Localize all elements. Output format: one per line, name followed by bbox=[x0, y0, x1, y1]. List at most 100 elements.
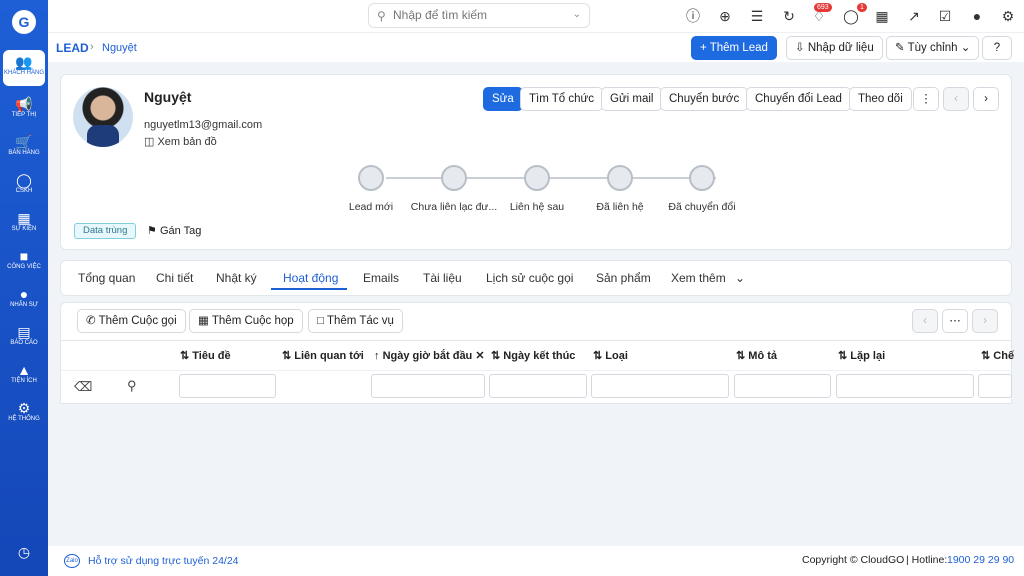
filter-input-end[interactable] bbox=[489, 374, 587, 398]
users-icon: 👥 bbox=[15, 54, 33, 70]
support-link[interactable]: Hỗ trợ sử dụng trực tuyến 24/24 bbox=[88, 555, 239, 567]
more-actions-button[interactable]: ⋮ bbox=[913, 87, 939, 111]
sort-icon: ⇅ bbox=[736, 350, 746, 362]
pipeline-step[interactable]: Liên hệ sau bbox=[492, 165, 582, 213]
sort-icon: ⇅ bbox=[838, 350, 848, 362]
find-org-button[interactable]: Tìm Tổ chức bbox=[520, 87, 603, 111]
filter-input-title[interactable] bbox=[179, 374, 276, 398]
filter-input-start[interactable] bbox=[371, 374, 485, 398]
add-circle-icon[interactable]: ⊕ bbox=[717, 8, 733, 24]
pipeline-step[interactable]: Đã liên hệ bbox=[575, 165, 665, 213]
sidebar-item-label: NHÂN SỰ bbox=[10, 302, 38, 308]
column-header-type[interactable]: ⇅ Loại bbox=[593, 349, 628, 362]
next-page-button[interactable]: › bbox=[972, 309, 998, 333]
column-header-start[interactable]: ↑ Ngày giờ bắt đầu ✕ bbox=[374, 349, 485, 362]
tab-emails[interactable]: Emails bbox=[363, 271, 399, 285]
prev-record-button[interactable]: ‹ bbox=[943, 87, 969, 111]
column-header-related[interactable]: ⇅ Liên quan tới bbox=[282, 349, 364, 362]
add-meeting-button[interactable]: ▦ Thêm Cuộc họp bbox=[189, 309, 303, 333]
tab-documents[interactable]: Tài liệu bbox=[423, 271, 462, 285]
briefcase-icon: ■ bbox=[19, 248, 29, 264]
column-header-title[interactable]: ⇅ Tiêu đề bbox=[180, 349, 231, 362]
filter-input-type[interactable] bbox=[591, 374, 729, 398]
add-task-button[interactable]: □ Thêm Tác vụ bbox=[308, 309, 403, 333]
checkbox-icon[interactable]: ☑ bbox=[937, 8, 953, 24]
calendar-icon[interactable]: ▦ bbox=[874, 8, 890, 24]
import-button[interactable]: ⇩ Nhập dữ liệu bbox=[786, 36, 883, 60]
lead-email[interactable]: nguyetlm13@gmail.com bbox=[144, 119, 262, 131]
zalo-icon[interactable]: Zalo bbox=[64, 554, 80, 568]
tab-more[interactable]: Xem thêm ⌄ bbox=[671, 271, 745, 285]
sidebar-item-utilities[interactable]: ▲ TIỆN ÍCH bbox=[3, 358, 45, 385]
tab-call-history[interactable]: Lịch sử cuộc gọi bbox=[486, 271, 573, 285]
chart-icon[interactable]: ↗ bbox=[906, 8, 922, 24]
search-icon[interactable]: ⚲ bbox=[127, 378, 137, 394]
help-button[interactable]: ? bbox=[982, 36, 1012, 60]
refresh-icon[interactable]: ↻ bbox=[781, 8, 797, 24]
next-record-button[interactable]: › bbox=[973, 87, 999, 111]
user-icon[interactable]: ● bbox=[969, 8, 985, 24]
clock-button[interactable]: ◷ bbox=[3, 540, 45, 560]
sidebar-item-events[interactable]: ▦ SỰ KIỆN bbox=[3, 206, 45, 233]
clock-icon: ◷ bbox=[17, 544, 31, 560]
sidebar-item-sales[interactable]: 🛒 BÁN HÀNG bbox=[3, 130, 45, 157]
map-link[interactable]: ◫ Xem bản đồ bbox=[144, 135, 217, 148]
sidebar: G 👥 KHÁCH HÀNG 📢 TIẾP THỊ 🛒 BÁN HÀNG ◯ C… bbox=[0, 0, 48, 576]
transfer-step-button[interactable]: Chuyển bước bbox=[660, 87, 749, 111]
tab-products[interactable]: Sản phẩm bbox=[596, 271, 651, 285]
sidebar-item-customers[interactable]: 👥 KHÁCH HÀNG bbox=[3, 50, 45, 86]
filter-input-description[interactable] bbox=[734, 374, 831, 398]
column-header-end[interactable]: ⇅ Ngày kết thúc bbox=[491, 349, 575, 362]
pipeline-step[interactable]: Lead mới bbox=[326, 165, 416, 213]
clear-sort-icon[interactable]: ✕ bbox=[475, 350, 484, 362]
tab-overview[interactable]: Tổng quan bbox=[78, 271, 135, 285]
column-header-description[interactable]: ⇅ Mô tả bbox=[736, 349, 777, 362]
sidebar-item-system[interactable]: ⚙ HỆ THỐNG bbox=[3, 396, 45, 423]
tab-activities[interactable]: Hoạt động bbox=[283, 271, 338, 285]
sidebar-item-cskh[interactable]: ◯ CSKH bbox=[3, 168, 45, 195]
assign-tag-button[interactable]: ⚑ Gán Tag bbox=[147, 224, 201, 237]
tab-log[interactable]: Nhật ký bbox=[216, 271, 257, 285]
footer: Zalo Hỗ trợ sử dụng trực tuyến 24/24 Cop… bbox=[48, 546, 1024, 576]
lead-name: Nguyệt bbox=[144, 89, 192, 105]
filter-input-extra[interactable] bbox=[978, 374, 1012, 398]
chevron-right-icon: › bbox=[983, 315, 987, 327]
sidebar-item-label: KHÁCH HÀNG bbox=[3, 70, 44, 76]
customize-button[interactable]: ✎ Tùy chỉnh ⌄ bbox=[886, 36, 980, 60]
pipeline-step[interactable]: Chưa liên lạc đư... bbox=[404, 165, 504, 213]
info-icon[interactable]: ⓘ bbox=[685, 8, 701, 24]
column-header-extra[interactable]: ⇅ Chế bbox=[981, 349, 1014, 362]
sidebar-item-label: TIỆN ÍCH bbox=[11, 378, 37, 384]
app-logo[interactable]: G bbox=[12, 10, 36, 34]
list-icon[interactable]: ☰ bbox=[749, 8, 765, 24]
chevron-left-icon: ‹ bbox=[954, 93, 958, 105]
edit-button[interactable]: Sửa bbox=[483, 87, 523, 111]
breadcrumb-root[interactable]: LEAD bbox=[56, 41, 89, 55]
sidebar-item-label: HỆ THỐNG bbox=[8, 416, 40, 422]
add-call-button[interactable]: ✆ Thêm Cuộc gọi bbox=[77, 309, 186, 333]
sidebar-item-marketing[interactable]: 📢 TIẾP THỊ bbox=[3, 92, 45, 119]
hotline-number[interactable]: 1900 29 29 90 bbox=[947, 554, 1014, 566]
chat-icon[interactable]: ◯ bbox=[843, 8, 859, 24]
send-mail-button[interactable]: Gửi mail bbox=[601, 87, 663, 111]
search-input[interactable] bbox=[393, 8, 563, 22]
add-lead-button[interactable]: + Thêm Lead bbox=[691, 36, 777, 60]
sidebar-item-hr[interactable]: ● NHÂN SỰ bbox=[3, 282, 45, 309]
sidebar-item-label: CSKH bbox=[15, 188, 33, 194]
convert-lead-button[interactable]: Chuyển đổi Lead bbox=[746, 87, 851, 111]
gear-icon[interactable]: ⚙ bbox=[1000, 8, 1016, 24]
pipeline-step[interactable]: Đã chuyển đổi bbox=[657, 165, 747, 213]
eraser-icon[interactable]: ⌫ bbox=[74, 379, 92, 395]
column-header-repeat[interactable]: ⇅ Lặp lại bbox=[838, 349, 885, 362]
divider bbox=[61, 370, 1011, 371]
filter-input-repeat[interactable] bbox=[836, 374, 974, 398]
sidebar-item-reports[interactable]: ▤ BÁO CÁO bbox=[3, 320, 45, 347]
follow-button[interactable]: Theo dõi bbox=[849, 87, 912, 111]
sidebar-item-tasks[interactable]: ■ CÔNG VIỆC bbox=[3, 244, 45, 271]
prev-page-button[interactable]: ‹ bbox=[912, 309, 938, 333]
list-options-button[interactable]: ⋯ bbox=[942, 309, 968, 333]
avatar bbox=[73, 87, 133, 147]
global-search[interactable]: ⚲ ⌄ bbox=[368, 3, 590, 28]
chevron-down-icon: ⌄ bbox=[735, 271, 746, 285]
tab-details[interactable]: Chi tiết bbox=[156, 271, 193, 285]
